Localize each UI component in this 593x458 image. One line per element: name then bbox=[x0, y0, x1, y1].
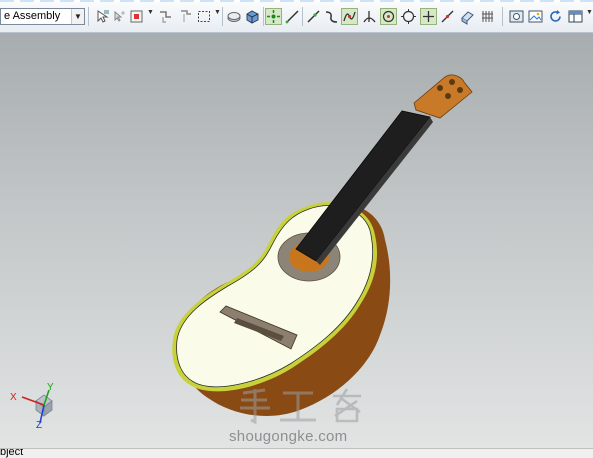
tuning-peg bbox=[437, 85, 443, 91]
inflection-icon[interactable] bbox=[341, 8, 358, 25]
box-select-dropdown-arrow[interactable]: ▼ bbox=[214, 9, 221, 16]
guitar-headstock bbox=[413, 74, 473, 119]
toolbar-separator bbox=[502, 7, 503, 26]
refresh-icon[interactable] bbox=[547, 8, 564, 25]
toolbar-separator bbox=[302, 7, 303, 26]
layout-icon[interactable] bbox=[567, 8, 584, 25]
tuning-peg bbox=[449, 79, 455, 85]
snap-point-icon[interactable] bbox=[265, 8, 282, 25]
component-icon[interactable] bbox=[459, 8, 476, 25]
line-icon[interactable] bbox=[284, 8, 301, 25]
watermark-text: shougongke.com bbox=[229, 428, 348, 445]
view-icon[interactable] bbox=[508, 8, 525, 25]
circle-icon[interactable] bbox=[400, 8, 417, 25]
curve-icon[interactable] bbox=[323, 8, 340, 25]
line-point-icon[interactable] bbox=[439, 8, 456, 25]
drag-icon[interactable] bbox=[157, 8, 174, 25]
tuning-peg bbox=[457, 87, 463, 93]
select-all-icon[interactable] bbox=[111, 8, 128, 25]
tangent-line-icon[interactable] bbox=[305, 8, 322, 25]
axis-label-y: Y bbox=[47, 382, 54, 393]
graphics-viewport[interactable]: Y X Z bbox=[0, 33, 593, 448]
snap-dropdown-arrow[interactable]: ▼ bbox=[147, 9, 154, 16]
grid-icon[interactable] bbox=[479, 8, 496, 25]
axis-label-z: Z bbox=[36, 420, 43, 431]
tuning-peg bbox=[445, 93, 451, 99]
toolbar-separator bbox=[263, 7, 264, 26]
perpendicular-icon[interactable] bbox=[361, 8, 378, 25]
axis-triad bbox=[21, 389, 53, 424]
part-icon[interactable] bbox=[226, 8, 243, 25]
image-icon[interactable] bbox=[527, 8, 544, 25]
box-select-icon[interactable] bbox=[196, 8, 213, 25]
pointer-icon[interactable] bbox=[177, 8, 194, 25]
guitar-model[interactable] bbox=[0, 33, 593, 448]
layout-dropdown-arrow[interactable]: ▼ bbox=[586, 9, 593, 16]
snap-icon[interactable] bbox=[129, 8, 146, 25]
chevron-down-icon[interactable]: ▼ bbox=[71, 9, 84, 24]
cross-icon[interactable] bbox=[420, 8, 437, 25]
toolbar-separator bbox=[88, 7, 89, 26]
selection-filter-dropdown[interactable]: e Assembly ▼ bbox=[0, 8, 85, 25]
solid-icon[interactable] bbox=[244, 8, 261, 25]
main-toolbar: e Assembly ▼ ▼ ▼ ▼ bbox=[0, 0, 593, 33]
selection-icon[interactable] bbox=[94, 8, 111, 25]
center-point-icon[interactable] bbox=[380, 8, 397, 25]
toolbar-top-strip bbox=[0, 0, 593, 2]
axis-label-x: X bbox=[10, 392, 17, 403]
selection-filter-value: e Assembly bbox=[4, 10, 61, 22]
toolbar-separator bbox=[222, 7, 223, 26]
